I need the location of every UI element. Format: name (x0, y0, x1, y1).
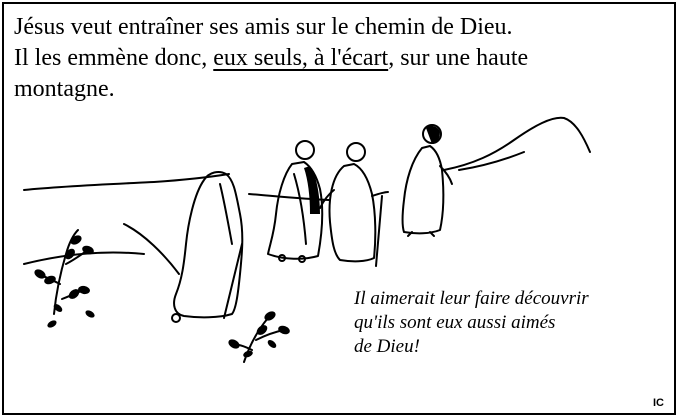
plant-bottom (231, 317, 285, 363)
caption-line-3: montagne. (14, 76, 115, 102)
figure-walker-3 (319, 142, 389, 267)
path-edge-lower (123, 223, 180, 275)
figure-walker-4 (401, 124, 453, 237)
quote-text: Il aimerait leur faire découvrir qu'ils … (354, 287, 654, 359)
caption-text: Jésus veut entraîner ses amis sur le che… (14, 12, 654, 105)
artist-signature: IC (653, 397, 664, 409)
quote-line-3: de Dieu! (354, 336, 420, 357)
plant-left (37, 229, 89, 315)
mountain-slope (443, 116, 591, 171)
caption-line-2-end: , sur une haute (388, 45, 529, 71)
quote-line-1: Il aimerait leur faire découvrir (354, 288, 589, 309)
illustration-panel: Jésus veut entraîner ses amis sur le che… (2, 2, 676, 415)
quote-line-2: qu'ils sont eux aussi aimés (354, 312, 556, 333)
caption-line-2: Il les emmène donc, eux seuls, à l'écart… (14, 43, 654, 74)
caption-line-1: Jésus veut entraîner ses amis sur le che… (14, 14, 513, 40)
figure-walker-1 (171, 171, 244, 323)
ground-line (23, 251, 145, 265)
caption-line-2-start: Il les emmène donc, (14, 45, 214, 71)
caption-underlined-phrase: eux seuls, à l'écart (213, 45, 389, 71)
mountain-ridge (23, 173, 230, 191)
